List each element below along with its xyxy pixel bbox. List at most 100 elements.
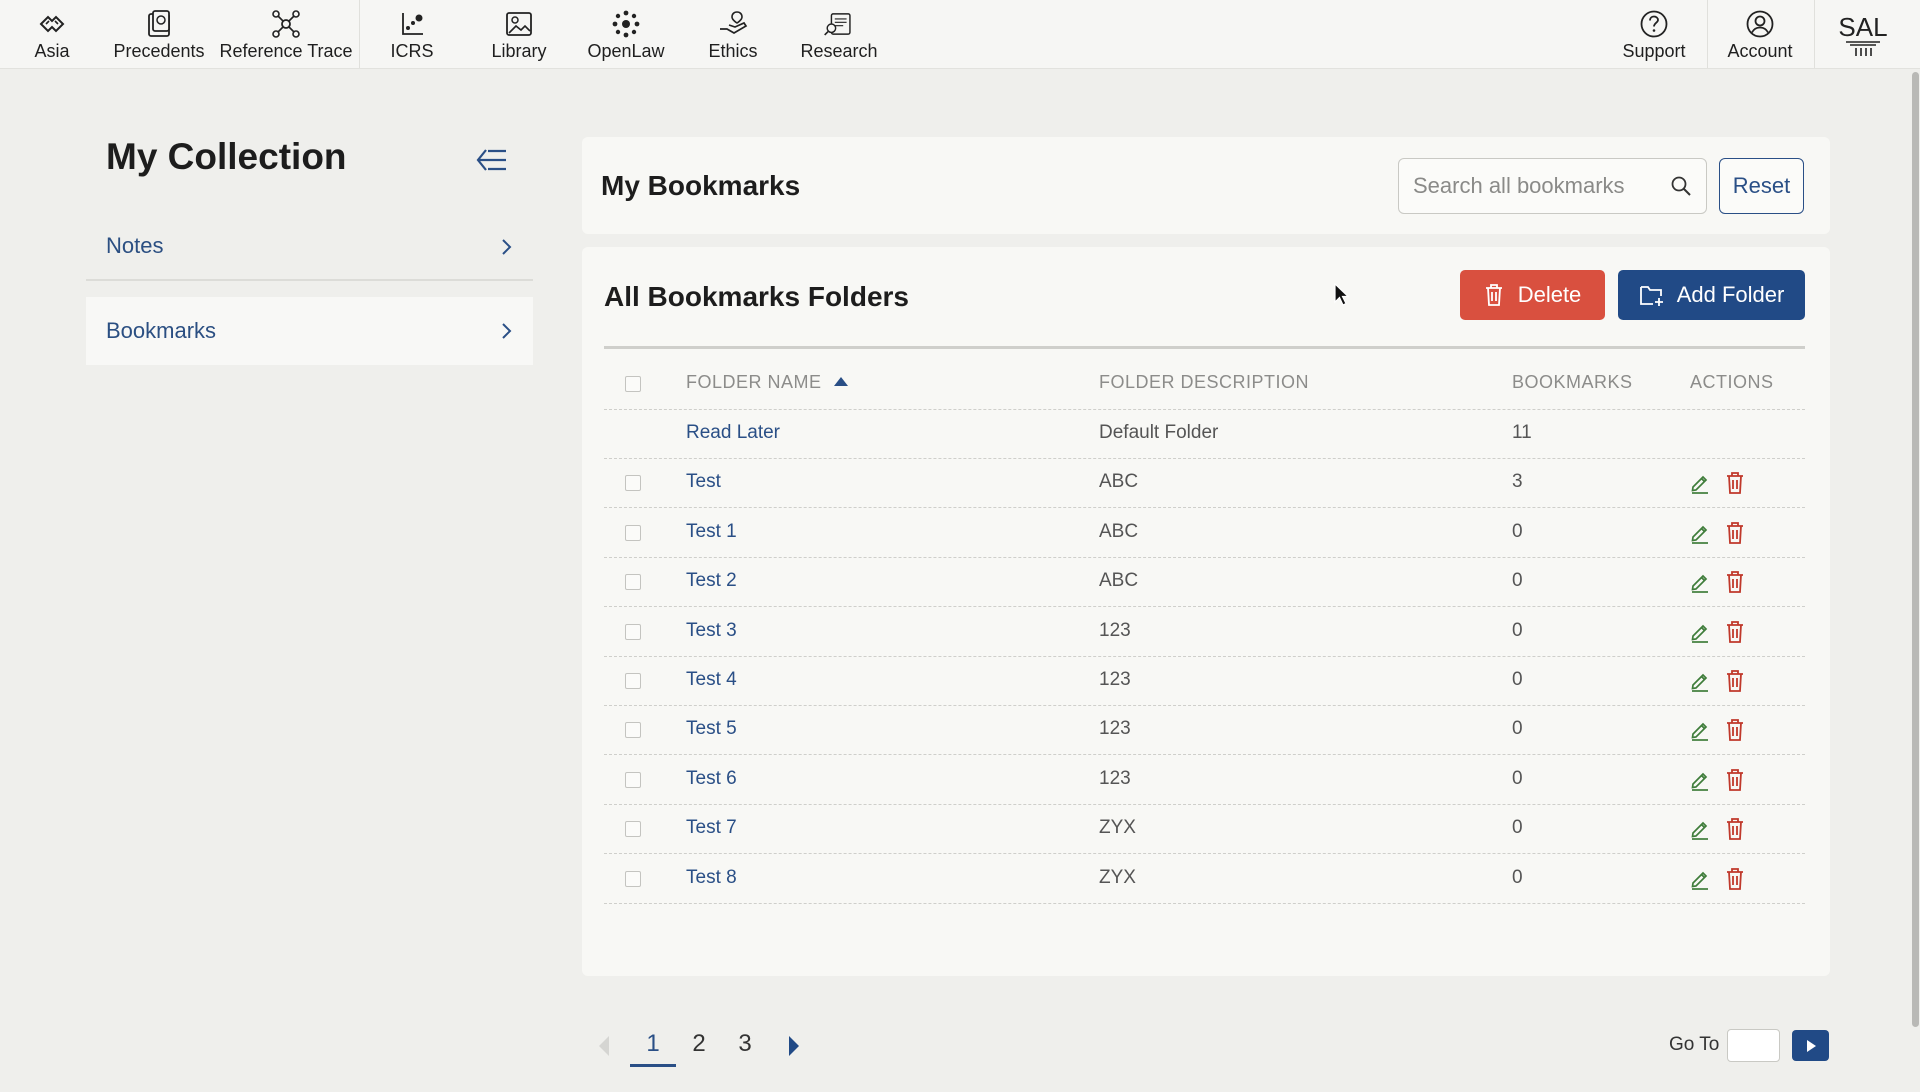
scrollbar-thumb[interactable] <box>1912 72 1919 1027</box>
row-checkbox[interactable] <box>625 870 641 887</box>
bookmark-count: 0 <box>1512 718 1523 740</box>
table-header: FOLDER NAME FOLDER DESCRIPTION BOOKMARKS… <box>604 360 1805 410</box>
nav-divider <box>1814 0 1815 68</box>
column-header-bookmarks: BOOKMARKS <box>1512 372 1633 392</box>
nav-icrs[interactable]: ICRS <box>382 0 442 68</box>
sal-logo[interactable]: SAL <box>1836 8 1890 58</box>
research-icon <box>823 8 855 40</box>
page-title: My Bookmarks <box>601 170 801 201</box>
folder-name-link[interactable]: Test 6 <box>686 768 737 790</box>
add-folder-button[interactable]: Add Folder <box>1618 270 1805 320</box>
row-checkbox[interactable] <box>625 722 641 739</box>
row-checkbox[interactable] <box>625 673 641 689</box>
nav-reference-trace[interactable]: Reference Trace <box>219 0 353 68</box>
row-checkbox[interactable] <box>625 771 641 788</box>
trash-icon[interactable] <box>1725 471 1745 495</box>
folder-description: 123 <box>1099 669 1131 690</box>
folder-name-link[interactable]: Test <box>686 471 721 493</box>
table-row: Test 5 123 0 <box>604 706 1805 756</box>
edit-icon[interactable] <box>1689 670 1711 692</box>
help-circle-icon <box>1638 8 1670 40</box>
edit-icon[interactable] <box>1689 571 1711 594</box>
edit-icon[interactable] <box>1689 868 1711 890</box>
nav-account[interactable]: Account <box>1720 0 1800 68</box>
select-all-checkbox[interactable] <box>625 376 641 392</box>
trash-icon[interactable] <box>1725 768 1745 792</box>
nav-support[interactable]: Support <box>1614 0 1694 68</box>
mouse-cursor-icon <box>1334 283 1350 306</box>
add-folder-icon <box>1639 286 1663 306</box>
sidebar-item-label: Notes <box>106 233 164 258</box>
bookmark-count: 0 <box>1512 866 1523 888</box>
edit-icon[interactable] <box>1689 719 1711 742</box>
goto-page-input[interactable] <box>1727 1029 1780 1062</box>
trash-icon[interactable] <box>1725 570 1745 594</box>
folder-name-link[interactable]: Test 8 <box>686 867 737 889</box>
trash-icon[interactable] <box>1725 521 1745 545</box>
folder-name-link[interactable]: Test 7 <box>686 817 737 839</box>
bookmark-count: 3 <box>1512 471 1523 493</box>
nav-precedents[interactable]: Precedents <box>112 0 206 68</box>
page-3-button[interactable]: 3 <box>722 1030 768 1058</box>
delete-button-label: Delete <box>1517 282 1582 307</box>
trash-icon[interactable] <box>1725 718 1745 742</box>
sidebar-item-bookmarks[interactable]: Bookmarks <box>86 297 533 365</box>
next-page-button[interactable] <box>786 1034 802 1058</box>
row-checkbox[interactable] <box>625 821 641 838</box>
bookmark-count: 0 <box>1512 520 1523 542</box>
folder-name-link[interactable]: Test 1 <box>686 521 737 543</box>
ethics-icon <box>717 8 749 40</box>
row-checkbox[interactable] <box>625 574 641 591</box>
bookmark-count: 0 <box>1512 619 1523 641</box>
trash-icon[interactable] <box>1725 620 1745 644</box>
folder-description: Default Folder <box>1099 422 1219 443</box>
nav-ethics[interactable]: Ethics <box>700 0 766 68</box>
folder-name-link[interactable]: Test 3 <box>686 620 737 642</box>
row-checkbox[interactable] <box>625 623 641 640</box>
nav-library[interactable]: Library <box>480 0 558 68</box>
folder-name-link[interactable]: Test 2 <box>686 570 737 592</box>
search-icon[interactable] <box>1670 175 1692 197</box>
collapse-sidebar-icon[interactable] <box>474 144 510 176</box>
trash-icon[interactable] <box>1725 867 1745 891</box>
edit-icon[interactable] <box>1689 621 1711 643</box>
edit-icon[interactable] <box>1689 769 1711 791</box>
delete-button[interactable]: Delete <box>1460 270 1605 320</box>
prev-page-button[interactable] <box>596 1034 612 1058</box>
chevron-right-icon <box>502 323 512 339</box>
row-checkbox[interactable] <box>625 524 641 541</box>
row-checkbox[interactable] <box>625 475 641 492</box>
logo-text: SAL <box>1838 12 1887 42</box>
folder-description: ABC <box>1099 570 1139 592</box>
nav-label: Ethics <box>708 41 758 61</box>
edit-icon[interactable] <box>1689 818 1711 841</box>
search-box <box>1398 158 1707 214</box>
nav-label: Account <box>1727 41 1793 61</box>
reset-button[interactable]: Reset <box>1719 158 1804 214</box>
folder-name-link[interactable]: Test 4 <box>686 669 737 691</box>
precedents-icon <box>143 8 175 40</box>
sidebar-item-label: Bookmarks <box>106 318 217 343</box>
search-input[interactable] <box>1413 173 1653 199</box>
sidebar-title: My Collection <box>106 136 347 177</box>
edit-icon[interactable] <box>1689 472 1711 495</box>
trash-icon[interactable] <box>1725 669 1745 693</box>
bookmark-count: 0 <box>1512 669 1523 690</box>
page-2-button[interactable]: 2 <box>676 1030 722 1058</box>
nav-asia[interactable]: Asia <box>20 0 84 68</box>
folder-description: ZYX <box>1099 866 1136 888</box>
folder-name-link[interactable]: Test 5 <box>686 718 737 740</box>
folder-name-link[interactable]: Read Later <box>686 422 780 444</box>
sidebar-item-notes[interactable]: Notes <box>86 213 533 281</box>
column-header-folder-name[interactable]: FOLDER NAME <box>686 372 848 393</box>
table-row: Test 1 ABC 0 <box>604 509 1805 558</box>
nav-openlaw[interactable]: OpenLaw <box>582 0 670 68</box>
add-folder-button-label: Add Folder <box>1676 282 1785 307</box>
edit-icon[interactable] <box>1689 522 1711 544</box>
trash-icon[interactable] <box>1725 817 1745 841</box>
nav-research[interactable]: Research <box>798 0 880 68</box>
page-1-button[interactable]: 1 <box>630 1030 676 1067</box>
goto-submit-button[interactable] <box>1792 1030 1829 1061</box>
asia-logo-icon <box>36 8 68 40</box>
column-header-folder-description: FOLDER DESCRIPTION <box>1099 372 1310 392</box>
